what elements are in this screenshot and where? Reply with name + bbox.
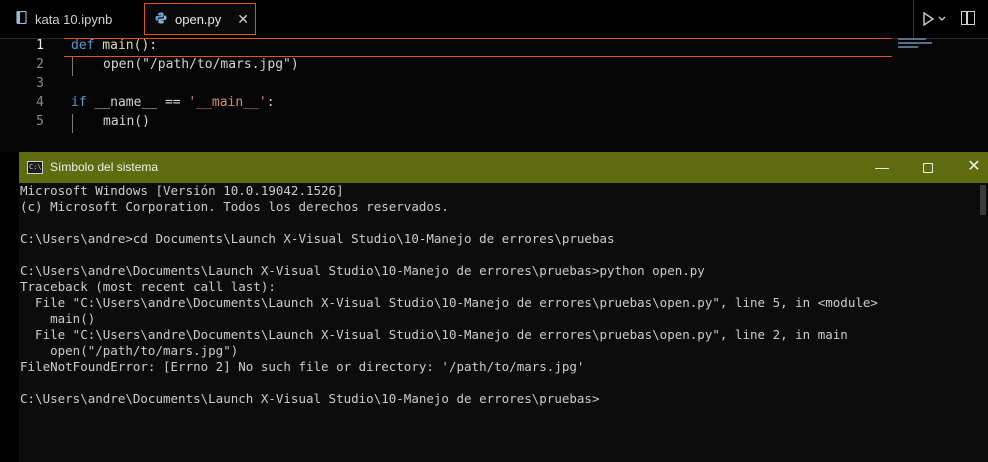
code-line-1: 1 def main():: [0, 38, 892, 57]
console-output[interactable]: Microsoft Windows [Versión 10.0.19042.15…: [19, 183, 979, 462]
current-line-highlight: [64, 38, 892, 57]
console-line: C:\Users\andre\Documents\Launch X-Visual…: [20, 263, 705, 278]
indent-guide: [72, 57, 73, 76]
console-line: FileNotFoundError: [Errno 2] No such fil…: [20, 359, 585, 374]
tab-label: open.py: [175, 11, 222, 27]
line-number: 5: [36, 114, 44, 129]
command-prompt-icon: C:\: [27, 161, 43, 174]
split-editor-icon[interactable]: [961, 11, 975, 25]
console-line: open("/path/to/mars.jpg"): [20, 343, 239, 358]
line-number: 4: [36, 95, 44, 110]
scrollbar-thumb[interactable]: [980, 185, 986, 215]
console-line: (c) Microsoft Corporation. Todos los der…: [20, 199, 449, 214]
console-line: main(): [20, 311, 96, 326]
close-tab-icon[interactable]: ✕: [237, 11, 249, 28]
console-line: C:\Users\andre>cd Documents\Launch X-Vis…: [20, 231, 615, 246]
chevron-down-icon: [938, 16, 946, 21]
toolbar-divider: [913, 0, 914, 38]
close-button[interactable]: ✕: [951, 152, 988, 183]
command-prompt-window: C:\ Símbolo del sistema — ✕ Microsoft Wi…: [19, 152, 988, 462]
tab-kata-notebook[interactable]: kata 10.ipynb: [8, 3, 138, 35]
console-prompt-line: C:\Users\andre\Documents\Launch X-Visual…: [20, 391, 600, 406]
line-content: main(): [103, 114, 150, 129]
line-number: 2: [36, 57, 44, 72]
console-scrollbar[interactable]: [978, 183, 988, 462]
console-line: File "C:\Users\andre\Documents\Launch X-…: [20, 295, 878, 310]
console-line: Traceback (most recent call last):: [20, 279, 276, 294]
tab-open-py[interactable]: open.py ✕: [144, 3, 256, 35]
code-area[interactable]: 1 def main(): 2 open("/path/to/mars.jpg"…: [0, 38, 900, 148]
code-line-5: 5 main(): [0, 114, 892, 133]
minimap[interactable]: [898, 38, 933, 50]
console-title-bar[interactable]: C:\ Símbolo del sistema — ✕: [19, 152, 988, 183]
line-content: if __name__ == '__main__':: [71, 95, 275, 110]
maximize-button[interactable]: [905, 152, 951, 183]
line-number: 1: [36, 38, 44, 53]
notebook-icon: [16, 10, 27, 27]
code-line-4: 4 if __name__ == '__main__':: [0, 95, 892, 114]
run-python-button[interactable]: [922, 11, 946, 27]
code-line-3: 3: [0, 76, 892, 95]
tab-label: kata 10.ipynb: [35, 11, 113, 27]
editor-tab-bar: kata 10.ipynb open.py ✕: [0, 0, 988, 39]
minimize-button[interactable]: —: [859, 152, 905, 183]
window-title: Símbolo del sistema: [50, 160, 159, 174]
indent-guide: [72, 114, 73, 133]
console-line: Microsoft Windows [Versión 10.0.19042.15…: [20, 183, 344, 198]
code-editor: kata 10.ipynb open.py ✕ 1 def main(): 2 …: [0, 0, 988, 152]
line-content: open("/path/to/mars.jpg"): [103, 57, 299, 72]
python-icon: [155, 12, 167, 27]
play-icon: [923, 11, 935, 27]
maximize-icon: [923, 163, 933, 174]
console-line: File "C:\Users\andre\Documents\Launch X-…: [20, 327, 848, 342]
line-content: def main():: [71, 38, 158, 53]
code-line-2: 2 open("/path/to/mars.jpg"): [0, 57, 892, 76]
line-number: 3: [36, 76, 44, 91]
